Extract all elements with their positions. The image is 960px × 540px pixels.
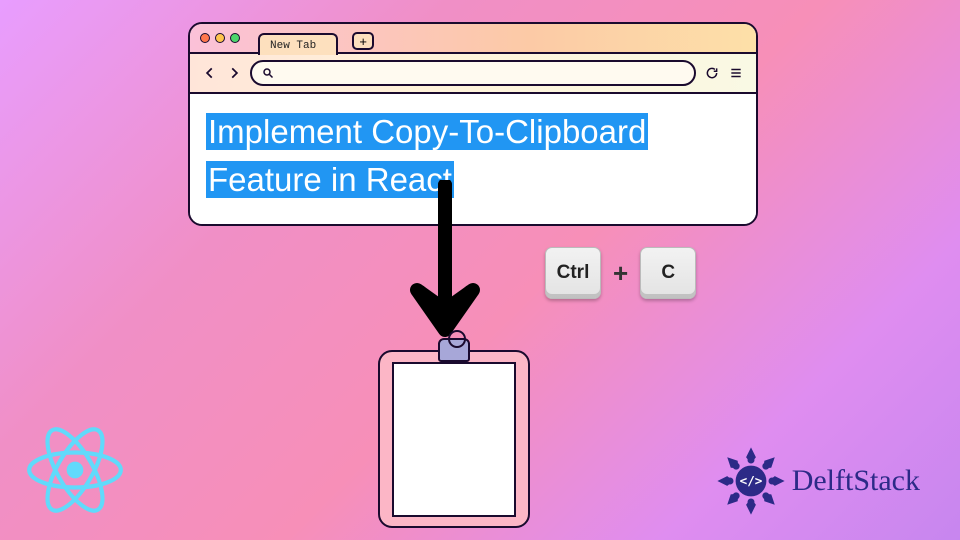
search-icon	[262, 67, 274, 79]
brand-logo: </> DelftStack	[716, 446, 920, 516]
clipboard-paper	[392, 362, 516, 517]
react-logo-icon	[20, 420, 130, 520]
new-tab-button[interactable]: +	[352, 32, 374, 50]
c-key: C	[640, 247, 696, 299]
forward-icon[interactable]	[226, 65, 242, 81]
brand-name: DelftStack	[792, 464, 920, 498]
delftstack-emblem-icon: </>	[716, 446, 786, 516]
traffic-lights	[200, 33, 240, 43]
menu-icon[interactable]	[728, 65, 744, 81]
clipboard-illustration	[378, 338, 530, 528]
browser-tab[interactable]: New Tab	[258, 33, 338, 55]
address-bar[interactable]	[250, 60, 696, 86]
arrow-down-icon	[405, 180, 485, 350]
tab-strip: New Tab +	[190, 24, 756, 54]
back-icon[interactable]	[202, 65, 218, 81]
ctrl-key: Ctrl	[545, 247, 601, 299]
clipboard-clip-icon	[438, 338, 470, 362]
toolbar	[190, 54, 756, 94]
minimize-window-icon[interactable]	[215, 33, 225, 43]
keyboard-shortcut: Ctrl + C	[545, 247, 696, 299]
plus-symbol: +	[613, 258, 628, 289]
reload-icon[interactable]	[704, 65, 720, 81]
close-window-icon[interactable]	[200, 33, 210, 43]
maximize-window-icon[interactable]	[230, 33, 240, 43]
svg-text:</>: </>	[739, 473, 762, 488]
